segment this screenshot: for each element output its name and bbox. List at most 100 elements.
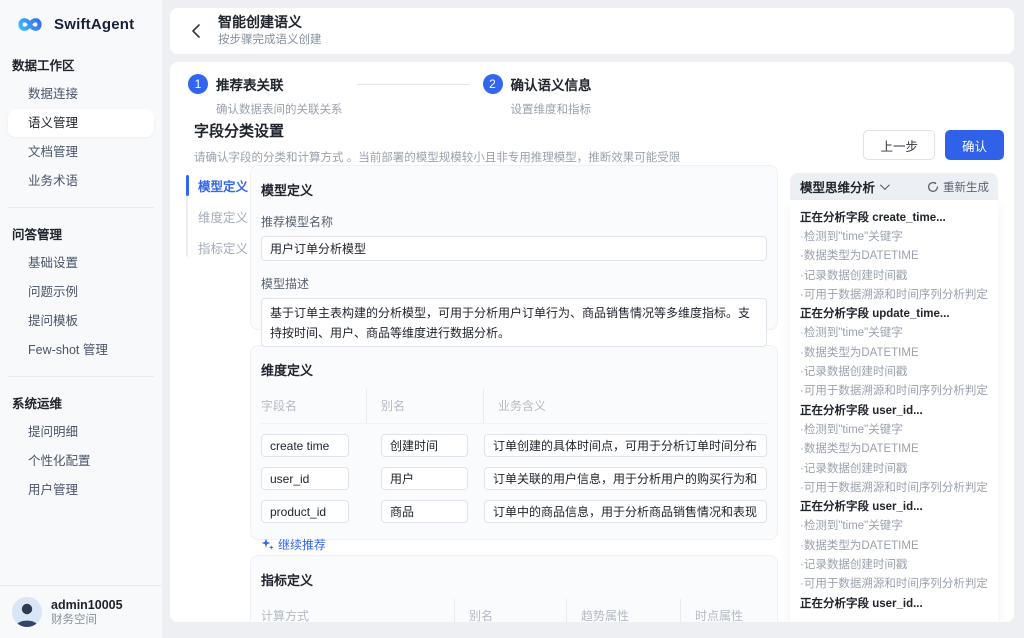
dimension-card-title: 维度定义 xyxy=(261,360,767,379)
dimension-field-input[interactable] xyxy=(261,500,349,523)
panel-title-toggle[interactable]: 模型思维分析 xyxy=(800,177,887,196)
sidebar-divider xyxy=(8,376,154,377)
dimension-row xyxy=(261,467,767,490)
column-alias: 别名 xyxy=(455,599,567,622)
panel-title: 模型思维分析 xyxy=(800,177,875,196)
model-name-input[interactable] xyxy=(261,236,767,261)
analysis-block-title: 正在分析字段 user_id... xyxy=(800,496,988,515)
dimension-alias-input[interactable] xyxy=(381,467,468,490)
analysis-log-line: ·记录数据创建时间戳 xyxy=(800,361,988,380)
analysis-log-line: ·检测到"time"关键字 xyxy=(800,323,988,342)
step-1-title: 推荐表关联 xyxy=(216,74,284,94)
dimension-meaning-input[interactable] xyxy=(484,434,767,457)
metric-card-title: 指标定义 xyxy=(261,570,767,589)
metric-definition-card: 指标定义 计算方式 别名 趋势属性 时点属性 xyxy=(250,555,778,622)
analysis-log-line: ·可用于数据溯源和时间序列分析判定为时间维度 xyxy=(800,284,988,303)
sidebar-item-personalization[interactable]: 个性化配置 xyxy=(8,447,154,475)
column-trend-attribute: 趋势属性 xyxy=(567,599,681,622)
sidebar-item-fewshot-management[interactable]: Few-shot 管理 xyxy=(8,336,154,364)
sidebar-item-question-details[interactable]: 提问明细 xyxy=(8,418,154,446)
column-alias: 别名 xyxy=(367,389,484,423)
analysis-log-line: ·可用于数据溯源和时间序列分析判定为时间维度 xyxy=(800,574,988,593)
confirm-button[interactable]: 确认 xyxy=(945,130,1004,160)
logo-infinity-icon xyxy=(12,12,48,37)
dimension-field-input[interactable] xyxy=(261,434,349,457)
logo-text: SwiftAgent xyxy=(54,16,134,33)
panel-header: 模型思维分析 重新生成 xyxy=(790,173,998,200)
analysis-block-title: 正在分析字段 update_time... xyxy=(800,303,988,322)
dimension-meaning-input[interactable] xyxy=(484,500,767,523)
column-field-name: 字段名 xyxy=(261,389,367,423)
model-name-label: 推荐模型名称 xyxy=(261,213,767,230)
sidebar-nav: 数据工作区 数据连接 语义管理 文档管理 业务术语 问答管理 基础设置 问题示例… xyxy=(0,39,162,585)
analysis-log-line: ·数据类型为DATETIME xyxy=(800,439,988,458)
form-cards: 模型定义 推荐模型名称 模型描述 基于订单主表构建的分析模型，可用于分析用户订单… xyxy=(250,165,778,622)
continue-recommend-link[interactable]: 继续推荐 xyxy=(261,536,326,553)
app-root: SwiftAgent 数据工作区 数据连接 语义管理 文档管理 业务术语 问答管… xyxy=(0,0,1024,638)
nav-section-data-workspace: 数据工作区 xyxy=(12,55,150,74)
step-1: 1 推荐表关联 确认数据表间的关联关系 xyxy=(188,74,343,117)
sidebar-item-business-terms[interactable]: 业务术语 xyxy=(8,167,154,195)
user-workspace: 财务空间 xyxy=(51,613,123,627)
user-profile[interactable]: admin10005 财务空间 xyxy=(0,585,162,638)
column-timepoint-attribute: 时点属性 xyxy=(681,599,767,622)
back-icon[interactable] xyxy=(188,23,204,39)
dimension-field-input[interactable] xyxy=(261,467,349,490)
model-definition-card: 模型定义 推荐模型名称 模型描述 基于订单主表构建的分析模型，可用于分析用户订单… xyxy=(250,165,778,330)
nav-section-qa-management: 问答管理 xyxy=(12,224,150,243)
section-subtitle: 请确认字段的分类和计算方式 。当前部署的模型规模较小且非专用推理模型，推断效果可… xyxy=(194,149,680,165)
page-title: 智能创建语义 xyxy=(218,14,322,31)
main-content: 1 推荐表关联 确认数据表间的关联关系 2 确认语义信息 设置维度和指标 字段分… xyxy=(170,62,1014,622)
sidebar-item-semantic-management[interactable]: 语义管理 xyxy=(8,109,154,137)
tab-model-definition[interactable]: 模型定义 xyxy=(186,170,248,201)
dimension-alias-input[interactable] xyxy=(381,500,468,523)
dimension-row xyxy=(261,500,767,523)
dimension-definition-card: 维度定义 字段名 别名 业务含义 xyxy=(250,345,778,540)
analysis-log-line: ·记录数据创建时间戳 xyxy=(800,265,988,284)
continue-recommend-label: 继续推荐 xyxy=(278,536,326,553)
prev-step-button[interactable]: 上一步 xyxy=(863,130,935,160)
sidebar-item-question-examples[interactable]: 问题示例 xyxy=(8,278,154,306)
panel-log: 正在分析字段 create_time... ·检测到"time"关键字 ·数据类… xyxy=(790,200,998,622)
dimension-meaning-input[interactable] xyxy=(484,467,767,490)
step-2-title: 确认语义信息 xyxy=(511,74,592,94)
app-logo: SwiftAgent xyxy=(0,0,162,39)
sidebar: SwiftAgent 数据工作区 数据连接 语义管理 文档管理 业务术语 问答管… xyxy=(0,0,162,638)
step-2: 2 确认语义信息 设置维度和指标 xyxy=(483,74,592,117)
analysis-log-line: ·检测到"time"关键字 xyxy=(800,419,988,438)
tab-dimension-definition[interactable]: 维度定义 xyxy=(186,201,248,232)
analysis-log-line: ·记录数据创建时间戳 xyxy=(800,458,988,477)
tab-metric-definition[interactable]: 指标定义 xyxy=(186,232,248,263)
dimension-table-header: 字段名 别名 业务含义 xyxy=(261,389,767,424)
regenerate-label: 重新生成 xyxy=(943,179,989,195)
definition-tabs: 模型定义 维度定义 指标定义 xyxy=(186,170,248,263)
model-desc-label: 模型描述 xyxy=(261,275,767,292)
user-avatar xyxy=(12,597,42,627)
analysis-log-line: ·数据类型为DATETIME xyxy=(800,342,988,361)
sidebar-item-basic-settings[interactable]: 基础设置 xyxy=(8,249,154,277)
sidebar-item-document-management[interactable]: 文档管理 xyxy=(8,138,154,166)
analysis-block-title: 正在分析字段 user_id... xyxy=(800,400,988,419)
column-business-meaning: 业务含义 xyxy=(484,389,767,423)
analysis-log-line: ·可用于数据溯源和时间序列分析判定为时间维度 xyxy=(800,381,988,400)
step-connector xyxy=(357,84,469,85)
dimension-alias-input[interactable] xyxy=(381,434,468,457)
user-name: admin10005 xyxy=(51,598,123,613)
analysis-log-line: ·记录数据创建时间戳 xyxy=(800,554,988,573)
page-subtitle: 按步骤完成语义创建 xyxy=(218,33,322,48)
step-1-subtitle: 确认数据表间的关联关系 xyxy=(216,101,343,117)
analysis-block-title: 正在分析字段 create_time... xyxy=(800,207,988,226)
regenerate-button[interactable]: 重新生成 xyxy=(927,179,989,195)
model-desc-textarea[interactable]: 基于订单主表构建的分析模型，可用于分析用户订单行为、商品销售情况等多维度指标。支… xyxy=(261,298,767,347)
section-title: 字段分类设置 xyxy=(194,120,680,141)
dimension-row xyxy=(261,434,767,457)
sidebar-item-question-templates[interactable]: 提问模板 xyxy=(8,307,154,335)
chevron-down-icon xyxy=(880,180,890,190)
sidebar-item-data-connection[interactable]: 数据连接 xyxy=(8,80,154,108)
analysis-log-line: ·可用于数据溯源和时间序列分析判定为时间维度 xyxy=(800,477,988,496)
model-thinking-panel: 模型思维分析 重新生成 正在分析字段 create_time... ·检测到"t… xyxy=(790,173,998,622)
sidebar-item-user-management[interactable]: 用户管理 xyxy=(8,476,154,504)
metric-table-header: 计算方式 别名 趋势属性 时点属性 xyxy=(261,599,767,622)
sidebar-divider xyxy=(8,207,154,208)
analysis-log-line: ·数据类型为DATETIME xyxy=(800,246,988,265)
